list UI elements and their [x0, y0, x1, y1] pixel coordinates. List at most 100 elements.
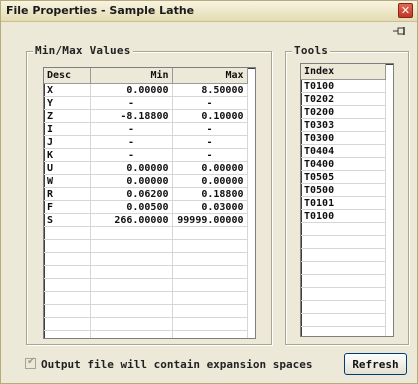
min-cell — [90, 239, 173, 253]
table-row[interactable] — [44, 304, 248, 318]
table-row[interactable]: S 266.00000 99999.00000 — [44, 213, 248, 227]
min-cell: - — [90, 96, 173, 110]
minmax-grid[interactable]: Desc Min Max X 0.00000 8.50000 Y - - Z -8.18800 0.… — [43, 67, 256, 339]
pin-icon[interactable] — [393, 26, 407, 36]
desc-cell: W — [44, 174, 91, 188]
max-cell: - — [172, 148, 248, 162]
list-item[interactable]: T0100 — [301, 79, 386, 93]
list-item[interactable]: T0100 — [301, 209, 386, 223]
list-item[interactable] — [301, 274, 386, 288]
table-row[interactable] — [44, 265, 248, 279]
table-row[interactable]: K-- — [44, 148, 248, 162]
min-cell: - — [90, 135, 173, 149]
minmax-table: Desc Min Max X 0.00000 8.50000 Y - - Z -8.18800 0.… — [44, 68, 248, 338]
min-cell — [90, 226, 173, 240]
tools-grid[interactable]: Index T0100 T0202 T0200 T0303 T0300 T0404 T040… — [300, 63, 394, 337]
minmax-group: Min/Max Values Desc Min Max X 0.00000 8.5000… — [26, 44, 272, 345]
desc-cell: I — [44, 122, 91, 136]
max-cell — [172, 291, 248, 305]
tool-index-cell: T0202 — [301, 92, 386, 106]
min-cell — [90, 252, 173, 266]
desc-cell: K — [44, 148, 91, 162]
table-row[interactable]: R 0.06200 0.18800 — [44, 187, 248, 201]
minmax-group-label: Min/Max Values — [33, 44, 133, 57]
list-item[interactable]: T0101 — [301, 196, 386, 210]
window-title: File Properties - Sample Lathe — [6, 4, 195, 17]
tools-index-header[interactable]: Index — [301, 64, 386, 80]
max-cell: 0.03000 — [172, 200, 248, 214]
tool-index-cell — [301, 235, 386, 249]
min-cell: 0.00000 — [90, 174, 173, 188]
expansion-spaces-label: Output file will contain expansion space… — [41, 358, 313, 371]
desc-cell — [44, 304, 91, 318]
list-item[interactable]: T0500 — [301, 183, 386, 197]
list-item[interactable] — [301, 248, 386, 262]
table-row[interactable]: W 0.00000 0.00000 — [44, 174, 248, 188]
desc-cell — [44, 330, 91, 338]
desc-cell — [44, 317, 91, 331]
tool-index-cell: T0303 — [301, 118, 386, 132]
minmax-column-header[interactable]: Desc — [44, 68, 91, 84]
tool-index-cell: T0400 — [301, 157, 386, 171]
tool-index-cell — [301, 274, 386, 288]
list-item[interactable] — [301, 235, 386, 249]
minmax-column-header[interactable]: Max — [172, 68, 248, 84]
min-cell: 266.00000 — [90, 213, 173, 227]
list-item[interactable]: T0400 — [301, 157, 386, 171]
max-cell: 8.50000 — [172, 83, 248, 97]
list-item[interactable]: T0202 — [301, 92, 386, 106]
table-row[interactable] — [44, 317, 248, 331]
minmax-column-header[interactable]: Min — [90, 68, 173, 84]
list-item[interactable] — [301, 287, 386, 301]
list-item[interactable] — [301, 222, 386, 236]
list-item[interactable] — [301, 300, 386, 314]
desc-cell — [44, 291, 91, 305]
tool-index-cell — [301, 326, 386, 336]
desc-cell: U — [44, 161, 91, 175]
tool-index-cell: T0100 — [301, 79, 386, 93]
expansion-spaces-checkbox[interactable]: ✔ — [25, 356, 36, 369]
max-cell: - — [172, 135, 248, 149]
list-item[interactable]: T0505 — [301, 170, 386, 184]
table-row[interactable]: U 0.00000 0.00000 — [44, 161, 248, 175]
tool-index-cell: T0300 — [301, 131, 386, 145]
table-row[interactable] — [44, 239, 248, 253]
min-cell: - — [90, 122, 173, 136]
checkmark-icon: ✔ — [27, 356, 36, 367]
table-row[interactable] — [44, 291, 248, 305]
list-item[interactable] — [301, 261, 386, 275]
desc-cell: Z — [44, 109, 91, 123]
list-item[interactable]: T0303 — [301, 118, 386, 132]
min-cell: 0.06200 — [90, 187, 173, 201]
tool-index-cell: T0404 — [301, 144, 386, 158]
list-item[interactable] — [301, 326, 386, 336]
close-icon[interactable]: ✕ — [398, 3, 413, 18]
table-row[interactable]: Y-- — [44, 96, 248, 110]
table-row[interactable]: X 0.00000 8.50000 — [44, 83, 248, 97]
list-item[interactable]: T0404 — [301, 144, 386, 158]
max-cell: 0.18800 — [172, 187, 248, 201]
title-bar[interactable]: File Properties - Sample Lathe ✕ — [1, 1, 417, 22]
tool-index-cell — [301, 287, 386, 301]
tool-index-cell: T0200 — [301, 105, 386, 119]
min-cell — [90, 278, 173, 292]
list-item[interactable]: T0300 — [301, 131, 386, 145]
table-row[interactable]: I-- — [44, 122, 248, 136]
tool-index-cell — [301, 222, 386, 236]
minmax-header-row: Desc Min Max — [44, 68, 248, 84]
list-item[interactable]: T0200 — [301, 105, 386, 119]
list-item[interactable] — [301, 313, 386, 327]
max-cell — [172, 317, 248, 331]
table-row[interactable] — [44, 252, 248, 266]
table-row[interactable]: J-- — [44, 135, 248, 149]
table-row[interactable] — [44, 278, 248, 292]
table-row[interactable] — [44, 226, 248, 240]
table-row[interactable]: F 0.00500 0.03000 — [44, 200, 248, 214]
table-row[interactable] — [44, 330, 248, 338]
max-cell: 0.00000 — [172, 161, 248, 175]
table-row[interactable]: Z -8.18800 0.10000 — [44, 109, 248, 123]
max-cell — [172, 252, 248, 266]
tool-index-cell: T0101 — [301, 196, 386, 210]
refresh-button[interactable]: Refresh — [344, 353, 407, 375]
tools-group-label: Tools — [292, 44, 331, 57]
